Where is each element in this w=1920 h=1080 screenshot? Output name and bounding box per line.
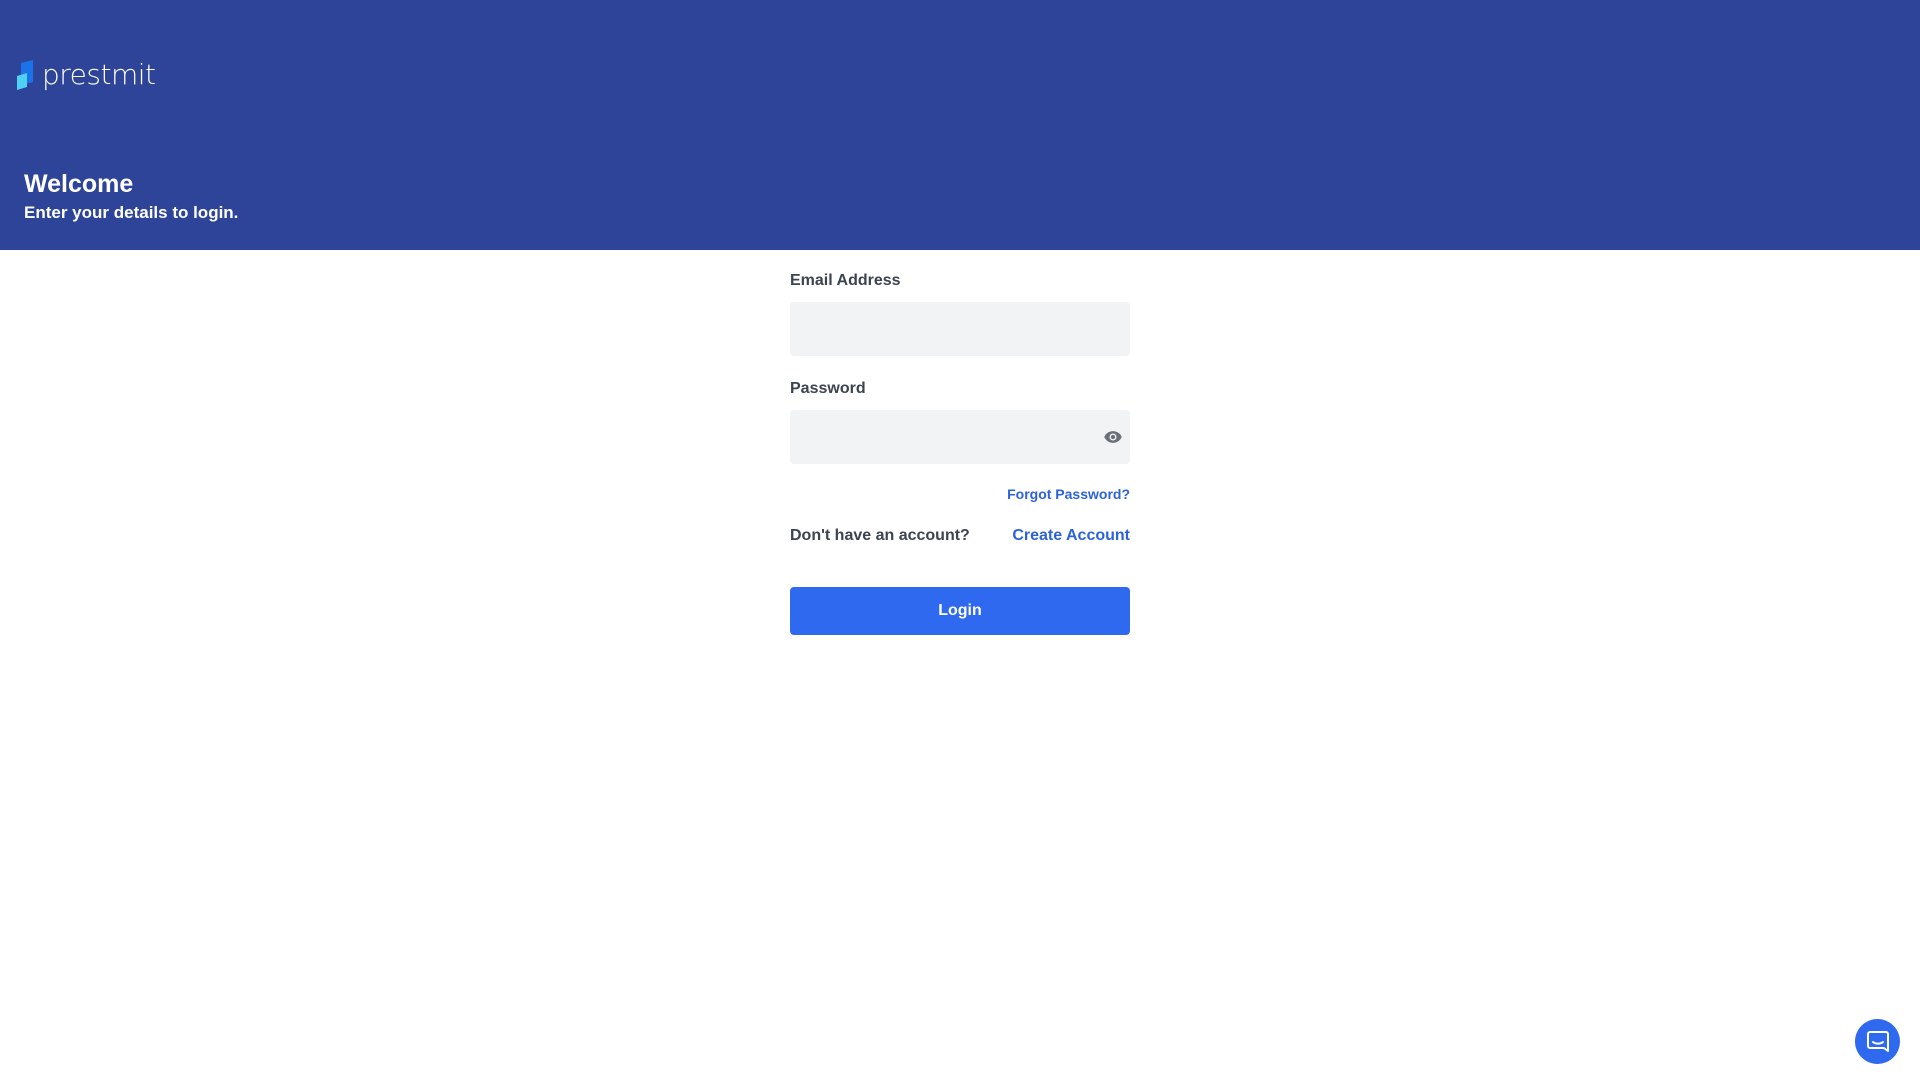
password-field[interactable] xyxy=(790,410,1130,464)
forgot-password-link[interactable]: Forgot Password? xyxy=(1007,486,1130,502)
login-button[interactable]: Login xyxy=(790,587,1130,635)
page-header: prestmit Welcome Enter your details to l… xyxy=(0,0,1920,250)
login-form: Email Address Password Forgot Password? … xyxy=(790,270,1130,635)
no-account-text: Don't have an account? xyxy=(790,527,970,544)
page-subtitle: Enter your details to login. xyxy=(24,203,239,222)
email-field-container xyxy=(790,302,1130,356)
prestmit-logo-icon xyxy=(17,60,33,90)
create-account-link[interactable]: Create Account xyxy=(1012,527,1130,545)
eye-icon[interactable] xyxy=(1103,427,1123,447)
create-account-row: Don't have an account? Create Account xyxy=(790,525,1130,547)
chat-launcher-button[interactable] xyxy=(1855,1019,1900,1064)
page-title: Welcome xyxy=(24,170,134,198)
forgot-password-row: Forgot Password? xyxy=(790,485,1130,503)
chat-bubble-icon xyxy=(1866,1030,1889,1052)
brand-name: prestmit xyxy=(42,58,156,91)
password-label: Password xyxy=(790,380,866,397)
password-field-container xyxy=(790,410,1130,464)
email-label: Email Address xyxy=(790,272,901,289)
email-field[interactable] xyxy=(790,302,1130,356)
brand-logo[interactable]: prestmit xyxy=(15,60,156,90)
